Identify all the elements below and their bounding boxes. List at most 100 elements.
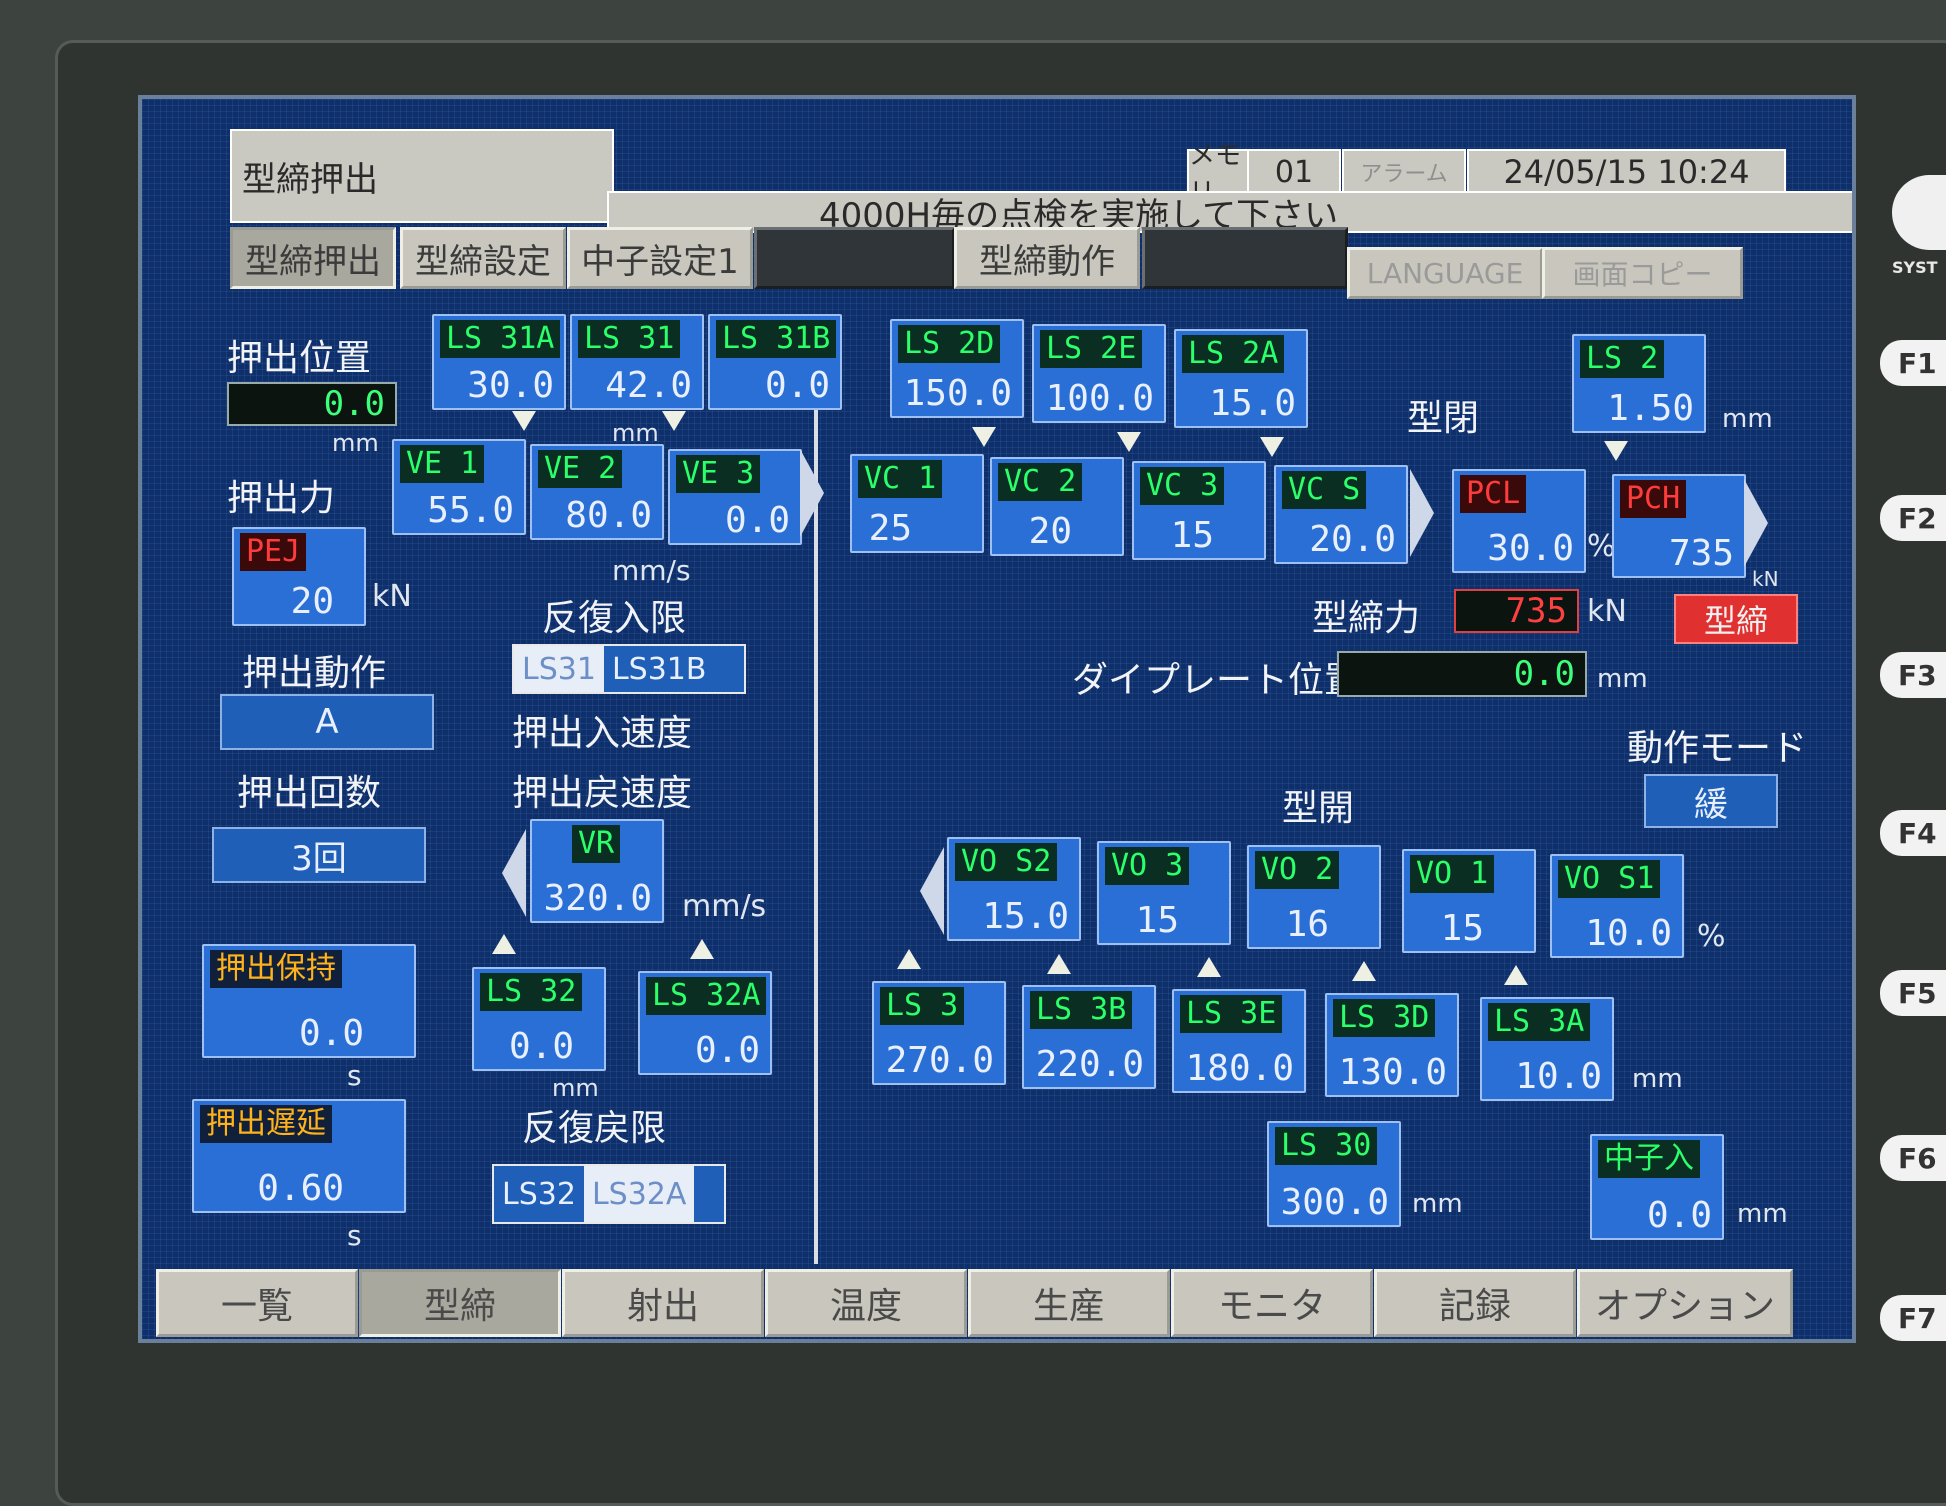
tab-monitor[interactable]: モニタ (1171, 1269, 1373, 1337)
eject-count-field[interactable]: 3回 (212, 827, 426, 883)
vo1-box[interactable]: VO 1 15 (1402, 849, 1536, 953)
ls3a-box[interactable]: LS 3A 10.0 (1480, 997, 1614, 1101)
ve1-value: 55.0 (427, 490, 514, 531)
system-label: SYST (1892, 258, 1938, 277)
op-mode-label: 動作モード (1627, 728, 1808, 769)
ls31-box[interactable]: LS 31 42.0 (570, 314, 704, 410)
ve3-value: 0.0 (724, 500, 790, 541)
pch-box[interactable]: PCH 735 (1612, 474, 1746, 578)
ls3a-marker (1504, 965, 1528, 985)
vc1-box[interactable]: VC 1 25 (850, 454, 984, 553)
ve2-box[interactable]: VE 2 80.0 (530, 444, 664, 540)
repeat-in-ls31[interactable]: LS31 (514, 646, 604, 692)
f7-key[interactable]: F7 (1880, 1295, 1946, 1341)
ls3d-box[interactable]: LS 3D 130.0 (1325, 993, 1459, 1097)
ls31a-box[interactable]: LS 31A 30.0 (432, 314, 566, 410)
ls2d-box[interactable]: LS 2D 150.0 (890, 319, 1024, 418)
ls2a-box[interactable]: LS 2A 15.0 (1174, 329, 1308, 428)
mold-close-label: 型閉 (1407, 398, 1480, 439)
repeat-back-ls32a[interactable]: LS32A (583, 1166, 695, 1222)
ls32-box[interactable]: LS 32 0.0 (472, 967, 606, 1071)
tab-mold-eject[interactable]: 型締押出 (230, 227, 396, 289)
ls31-tag: LS 31 (578, 320, 681, 358)
f5-key[interactable]: F5 (1880, 970, 1946, 1016)
repeat-in-ls31b[interactable]: LS31B (604, 646, 715, 692)
eject-hold-tag: 押出保持 (210, 950, 342, 988)
vcs-value: 20.0 (1309, 519, 1396, 560)
vos1-tag: VO S1 (1558, 860, 1661, 898)
vr-tag: VR (572, 825, 621, 863)
ls32-unit: mm (552, 1074, 599, 1102)
vc1-tag: VC 1 (858, 460, 943, 498)
eject-delay-box[interactable]: 押出遅延 0.60 (192, 1099, 406, 1213)
tab-production[interactable]: 生産 (968, 1269, 1170, 1337)
ls2-value: 1.50 (1607, 388, 1694, 429)
tab-core-settings[interactable]: 中子設定1 (567, 227, 753, 289)
vos1-box[interactable]: VO S1 10.0 (1550, 854, 1684, 958)
pej-box[interactable]: PEJ 20 (232, 527, 366, 626)
tab-overview[interactable]: 一覧 (156, 1269, 358, 1337)
ve3-box[interactable]: VE 3 0.0 (668, 449, 802, 545)
core-in-box[interactable]: 中子入 0.0 (1590, 1134, 1724, 1240)
ls32-value: 0.0 (508, 1026, 574, 1067)
vo2-box[interactable]: VO 2 16 (1247, 845, 1381, 949)
tab-injection[interactable]: 射出 (562, 1269, 764, 1337)
tab-mold-action[interactable]: 型締動作 (954, 227, 1140, 289)
ls3e-marker (1197, 957, 1221, 977)
pcl-tag: PCL (1460, 475, 1527, 513)
ls31a-value: 30.0 (467, 365, 554, 406)
ve1-box[interactable]: VE 1 55.0 (392, 439, 526, 535)
ls31b-tag: LS 31B (716, 320, 837, 358)
ls2e-box[interactable]: LS 2E 100.0 (1032, 324, 1166, 423)
vo-direction-arrow (920, 847, 944, 935)
op-mode-field[interactable]: 緩 (1644, 774, 1778, 828)
vc3-box[interactable]: VC 3 15 (1132, 461, 1266, 560)
ls31b-box[interactable]: LS 31B 0.0 (708, 314, 842, 410)
core-in-unit: mm (1737, 1199, 1788, 1229)
ls32a-box[interactable]: LS 32A 0.0 (638, 971, 772, 1075)
ls3-box[interactable]: LS 3 270.0 (872, 981, 1006, 1085)
f1-key[interactable]: F1 (1880, 340, 1946, 386)
eject-hold-box[interactable]: 押出保持 0.0 (202, 944, 416, 1058)
ls2-box[interactable]: LS 2 1.50 (1572, 334, 1706, 433)
vo3-box[interactable]: VO 3 15 (1097, 841, 1231, 945)
ls3e-value: 180.0 (1185, 1048, 1294, 1089)
die-plate-label: ダイプレート位置 (1072, 660, 1361, 701)
vos2-box[interactable]: VO S2 15.0 (947, 837, 1081, 941)
language-button[interactable]: LANGUAGE (1347, 247, 1543, 299)
pej-tag: PEJ (240, 533, 307, 571)
f2-key[interactable]: F2 (1880, 495, 1946, 541)
ls3e-box[interactable]: LS 3E 180.0 (1172, 989, 1306, 1093)
alarm-label: アラーム (1342, 149, 1466, 195)
eject-delay-tag: 押出遅延 (200, 1105, 332, 1143)
repeat-back-ls32[interactable]: LS32 (494, 1166, 584, 1222)
die-plate-unit: mm (1597, 664, 1648, 694)
tab-mold[interactable]: 型締 (359, 1269, 561, 1337)
vcs-box[interactable]: VC S 20.0 (1274, 465, 1408, 564)
screen-copy-button[interactable]: 画面コピー (1542, 247, 1743, 299)
ls30-box[interactable]: LS 30 300.0 (1267, 1121, 1401, 1227)
pcl-box[interactable]: PCL 30.0 (1452, 469, 1586, 573)
ls2-unit: mm (1722, 404, 1773, 434)
ls3b-box[interactable]: LS 3B 220.0 (1022, 985, 1156, 1089)
eject-action-field[interactable]: A (220, 694, 434, 750)
ls2a-value: 15.0 (1209, 383, 1296, 424)
repeat-back-selector[interactable]: LS32 LS32A (492, 1164, 726, 1224)
ls3-marker (897, 949, 921, 969)
f4-key[interactable]: F4 (1880, 810, 1946, 856)
eject-action-label: 押出動作 (242, 653, 387, 694)
ls32a-value: 0.0 (694, 1030, 760, 1071)
ls31-value: 42.0 (605, 365, 692, 406)
vr-box[interactable]: VR 320.0 (530, 819, 664, 923)
ve-unit: mm/s (612, 554, 691, 587)
clamp-force-value: 735 (1454, 589, 1579, 633)
f6-key[interactable]: F6 (1880, 1135, 1946, 1181)
tab-mold-settings[interactable]: 型締設定 (400, 227, 566, 289)
f3-key[interactable]: F3 (1880, 652, 1946, 698)
tab-temperature[interactable]: 温度 (765, 1269, 967, 1337)
repeat-in-selector[interactable]: LS31 LS31B (512, 644, 746, 694)
vc2-box[interactable]: VC 2 20 (990, 457, 1124, 556)
tab-option[interactable]: オプション (1577, 1269, 1793, 1337)
tab-record[interactable]: 記録 (1374, 1269, 1576, 1337)
clamp-force-label: 型締力 (1312, 598, 1421, 639)
